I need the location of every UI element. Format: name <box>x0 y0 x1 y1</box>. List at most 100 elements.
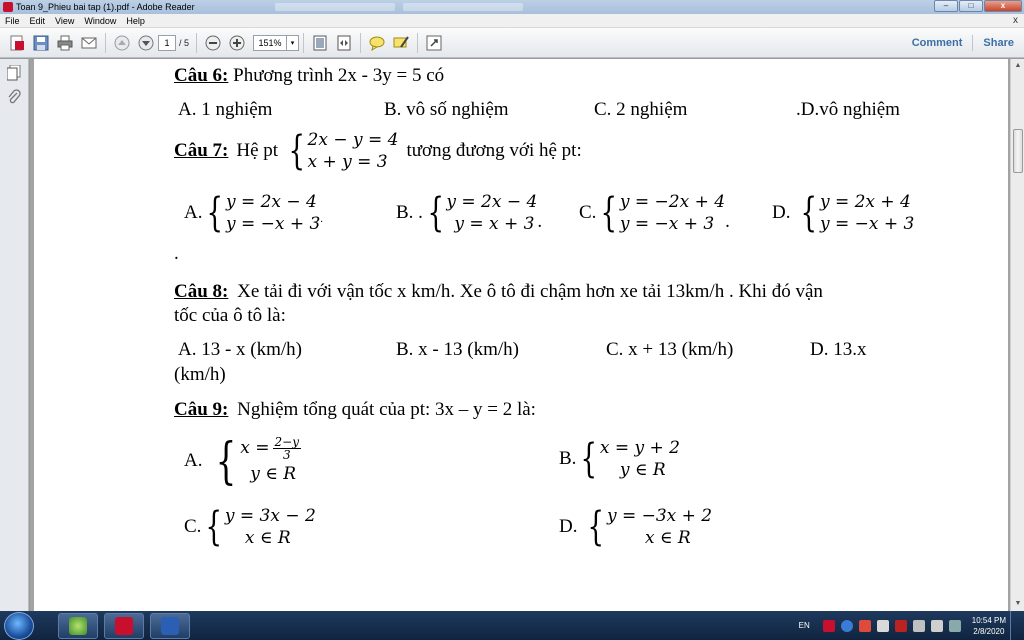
sticky-note-button[interactable] <box>367 33 387 53</box>
tray-flag-icon[interactable] <box>876 619 889 632</box>
system-lines: y = 2x − 4 y = x + 3 <box>446 191 537 235</box>
volume-icon[interactable] <box>930 619 943 632</box>
system-lines: 2x − y = 4 x + y = 3 <box>308 129 399 173</box>
option-end: . <box>725 211 730 232</box>
option-letter: A. <box>184 450 203 471</box>
clock-date: 2/8/2020 <box>973 626 1005 636</box>
document-close-button[interactable]: x <box>1013 15 1018 26</box>
menu-view[interactable]: View <box>50 16 79 26</box>
system-line-1: y = 2x − 4 <box>446 192 538 212</box>
system-lines: y = −2x + 4 y = −x + 3 <box>620 191 725 235</box>
system-lines: y = 3x − 2 x ∈ R <box>225 505 316 549</box>
window-controls: – □ x <box>934 0 1022 12</box>
brace: { <box>800 190 818 236</box>
show-desktop-button[interactable] <box>1010 611 1020 640</box>
brace: { <box>288 128 306 174</box>
save-button[interactable] <box>31 33 51 53</box>
system-line-2: x + y = 3 <box>307 152 388 172</box>
menu-help[interactable]: Help <box>121 16 150 26</box>
chevron-up-icon: ▲ <box>1014 62 1022 69</box>
toolbar: 1 / 5 151% ▾ Comment Share <box>0 28 1024 58</box>
maximize-button[interactable]: □ <box>959 0 983 12</box>
option-end: . <box>320 213 324 225</box>
tray-monitor-icon[interactable] <box>912 619 925 632</box>
scrollbar-thumb[interactable] <box>1013 129 1023 173</box>
fit-width-icon <box>337 35 351 50</box>
question-9: Câu 9: Nghiệm tổng quát của pt: 3x – y =… <box>174 399 536 421</box>
email-button[interactable] <box>79 33 99 53</box>
tray-extra-icon[interactable] <box>948 619 961 632</box>
vertical-scrollbar[interactable]: ▲ ▼ <box>1010 59 1024 611</box>
system-line-1: x = 2−y 3 <box>240 435 302 461</box>
expand-button[interactable] <box>424 33 444 53</box>
option-end: . <box>537 211 543 232</box>
equation-system: { y = 3x − 2 x ∈ R <box>201 505 316 549</box>
minimize-button[interactable]: – <box>934 0 958 12</box>
zoom-in-button[interactable] <box>227 33 247 53</box>
taskbar-word[interactable] <box>150 612 190 639</box>
fit-width-button[interactable] <box>334 33 354 53</box>
scroll-up-button[interactable]: ▲ <box>1011 59 1024 73</box>
fit-page-button[interactable] <box>310 33 330 53</box>
highlight-button[interactable] <box>391 33 411 53</box>
zoom-level-input[interactable]: 151% <box>253 34 288 51</box>
q6-option-d: .D.vô nghiệm <box>796 99 900 120</box>
q8-option-d-wrap: (km/h) <box>174 364 226 385</box>
q6-option-a: A. 1 nghiệm <box>178 99 273 120</box>
menu-window[interactable]: Window <box>79 16 121 26</box>
comment-button[interactable]: Comment <box>902 37 973 49</box>
question-text: Xe tải đi với vận tốc x km/h. Xe ô tô đi… <box>237 281 823 302</box>
zoom-dropdown[interactable]: ▾ <box>287 34 300 51</box>
pages-icon <box>7 65 21 81</box>
attachments-button[interactable] <box>4 87 24 107</box>
close-button[interactable]: x <box>984 0 1022 12</box>
next-page-button[interactable] <box>136 33 156 53</box>
q7-option-a: A. { y = 2x − 4 y = −x + 3 . <box>184 191 323 235</box>
document-viewport[interactable]: Câu 6: Phương trình 2x - 3y = 5 có A. 1 … <box>30 59 1010 611</box>
menu-file[interactable]: File <box>0 16 25 26</box>
previous-page-button[interactable] <box>112 33 132 53</box>
start-button[interactable] <box>4 611 34 640</box>
option-letter: D. <box>772 202 791 223</box>
toolbar-separator <box>303 32 305 53</box>
app-green-icon <box>69 616 87 635</box>
language-indicator[interactable]: EN <box>799 621 810 630</box>
page-number-input[interactable]: 1 <box>158 34 176 51</box>
equation-system: { y = −3x + 2 x ∈ R <box>583 505 712 549</box>
tray-adobe-icon[interactable] <box>822 619 835 632</box>
scroll-down-button[interactable]: ▼ <box>1011 597 1024 611</box>
question-label: Câu 9: <box>174 399 229 420</box>
clock[interactable]: 10:54 PM 2/8/2020 <box>972 615 1006 637</box>
q8-option-a: A. 13 - x (km/h) <box>178 339 303 360</box>
page-total: / 5 <box>179 37 190 48</box>
equation-system: { y = 2x + 4 y = −x + 3 <box>796 191 914 235</box>
brace: { <box>216 432 237 490</box>
question-prefix: Hệ pt <box>236 140 279 161</box>
print-button[interactable] <box>55 33 75 53</box>
menu-edit[interactable]: Edit <box>25 16 51 26</box>
brace: { <box>587 504 605 550</box>
question-label: Câu 7: <box>174 140 229 161</box>
tray-app-icon[interactable] <box>894 619 907 632</box>
taskbar-app-green[interactable] <box>58 612 98 639</box>
email-icon <box>81 37 97 48</box>
tray-network-icon[interactable] <box>840 619 853 632</box>
create-pdf-button[interactable] <box>7 33 27 53</box>
equation-system: { x = 2−y 3 y ∈ R <box>210 432 302 490</box>
navigation-panel <box>0 59 29 611</box>
zoom-out-icon <box>205 35 221 50</box>
chevron-down-icon: ▼ <box>1014 600 1022 607</box>
taskbar-adobe-reader[interactable] <box>104 612 144 639</box>
tray-security-icon[interactable] <box>858 619 871 632</box>
page-thumbnails-button[interactable] <box>4 63 24 83</box>
adobe-reader-icon <box>3 2 13 12</box>
q7-option-b: B. . { y = 2x − 4 y = x + 3 . <box>396 191 542 235</box>
share-button[interactable]: Share <box>973 37 1024 49</box>
fit-page-icon <box>313 35 327 50</box>
q8-option-b: B. x - 13 (km/h) <box>396 339 519 360</box>
equation-system: { y = 2x − 4 y = −x + 3 <box>202 191 320 235</box>
zoom-out-button[interactable] <box>203 33 223 53</box>
q9-option-c: C. { y = 3x − 2 x ∈ R <box>184 505 316 549</box>
print-icon <box>57 35 73 50</box>
clock-time: 10:54 PM <box>971 615 1006 625</box>
